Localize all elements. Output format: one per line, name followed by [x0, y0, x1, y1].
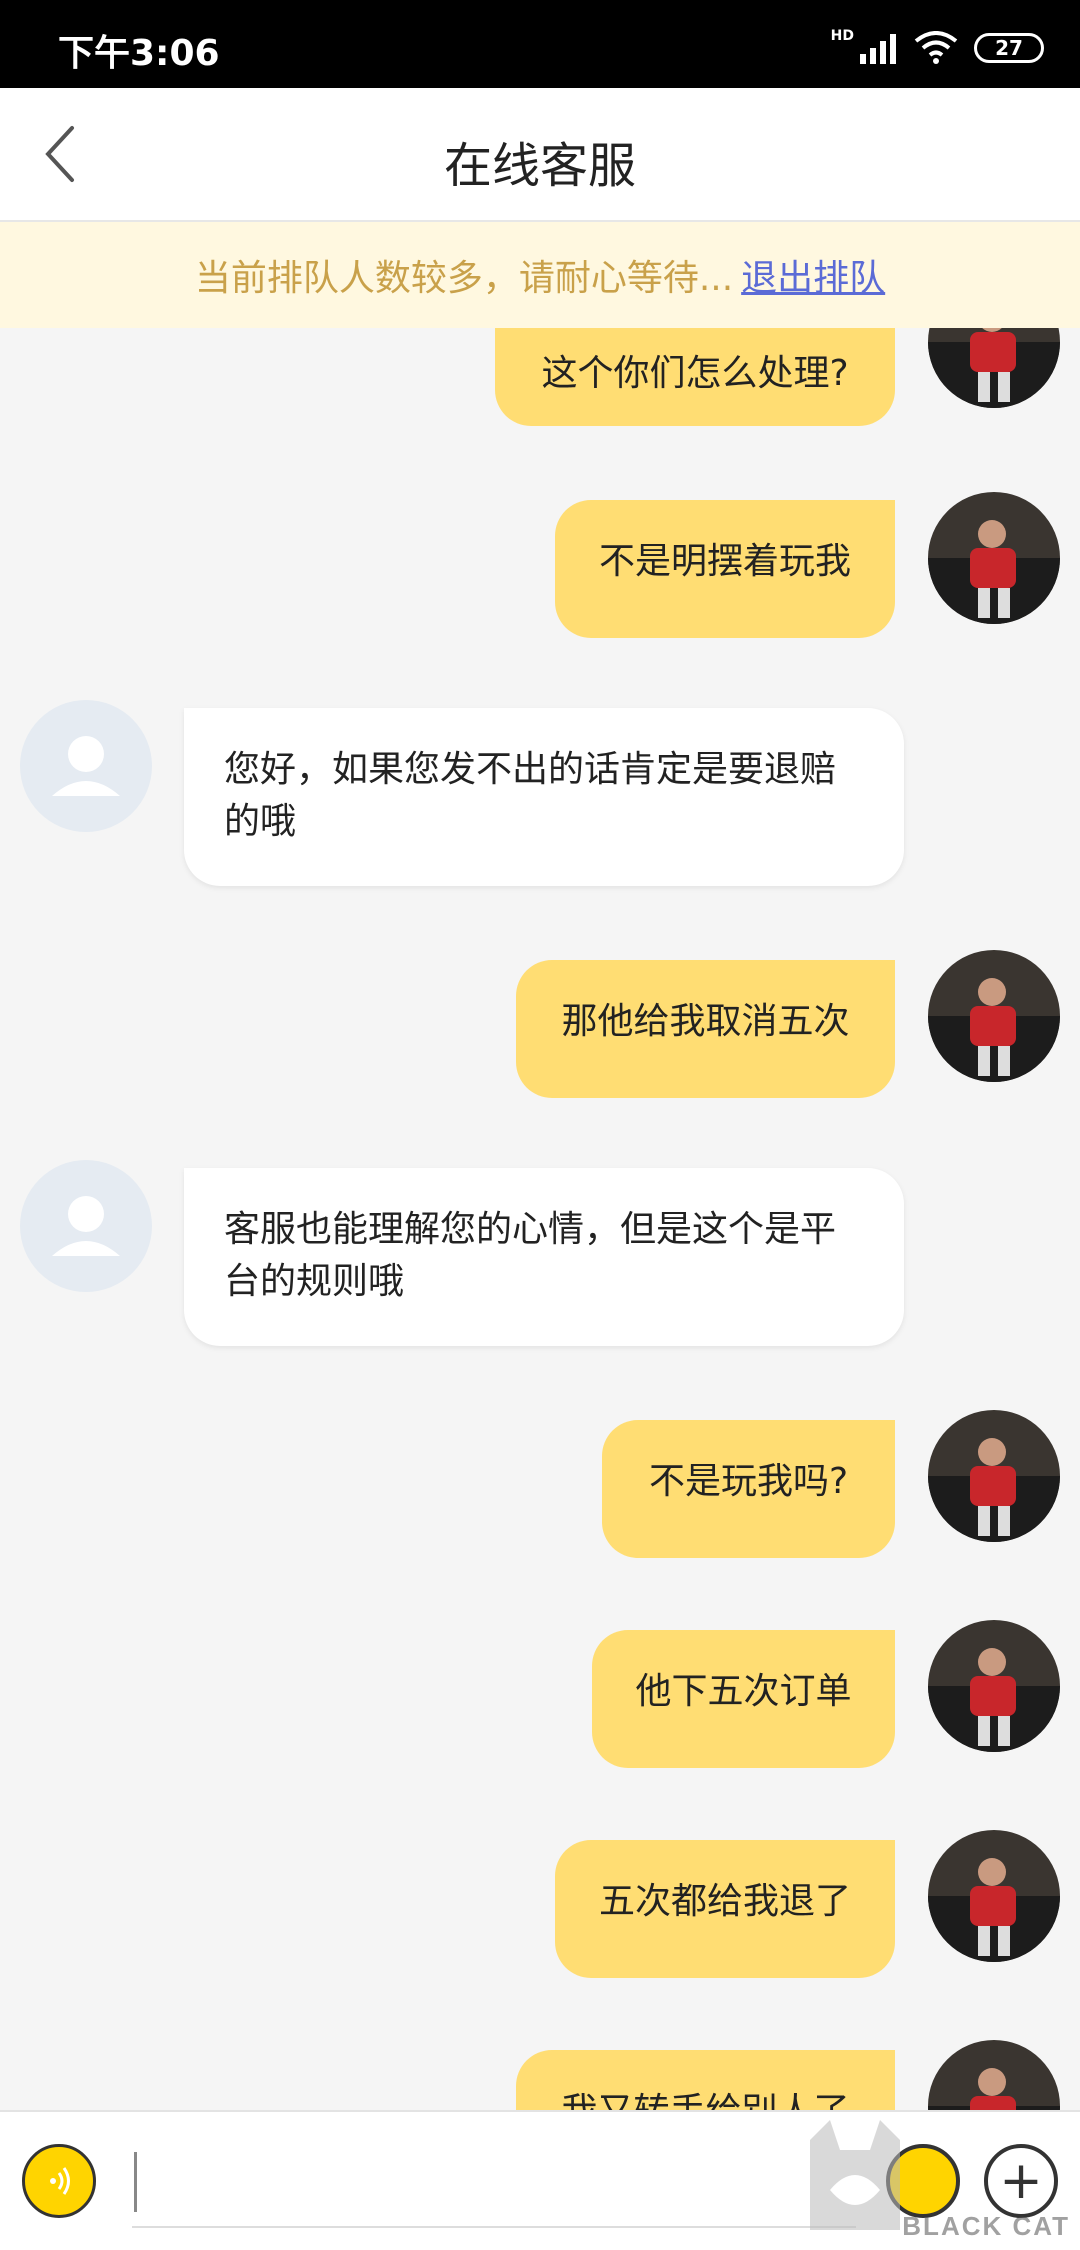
chat-list[interactable]: 这个你们怎么处理? 不是明摆着玩我 您好，如果您发不出的话肯定是要退赔的哦 那他…	[0, 328, 1080, 2110]
user-message-bubble: 他下五次订单	[592, 1630, 895, 1768]
text-cursor	[134, 2152, 137, 2212]
hd-indicator: HD	[830, 28, 854, 44]
user-avatar[interactable]	[928, 1410, 1060, 1542]
user-avatar[interactable]	[928, 950, 1060, 1082]
battery-level: 27	[995, 36, 1023, 60]
user-avatar[interactable]	[928, 492, 1060, 624]
agent-message-bubble: 客服也能理解您的心情，但是这个是平台的规则哦	[184, 1168, 904, 1346]
agent-message-bubble: 您好，如果您发不出的话肯定是要退赔的哦	[184, 708, 904, 886]
status-bar: 下午3:06 HD 27	[0, 0, 1080, 88]
user-message-bubble: 那他给我取消五次	[516, 960, 895, 1098]
user-avatar[interactable]	[928, 1620, 1060, 1752]
user-avatar[interactable]	[928, 328, 1060, 408]
input-bar: +	[0, 2110, 1080, 2250]
agent-avatar[interactable]	[20, 1160, 152, 1292]
message-input[interactable]	[132, 2134, 856, 2228]
battery-icon: 27	[974, 33, 1044, 63]
agent-avatar[interactable]	[20, 700, 152, 832]
voice-input-button[interactable]	[22, 2144, 96, 2218]
user-message-bubble: 这个你们怎么处理?	[495, 328, 895, 426]
queue-notice: 当前排队人数较多，请耐心等待... 退出排队	[0, 222, 1080, 328]
exit-queue-link[interactable]: 退出排队	[741, 249, 885, 301]
plus-icon: +	[999, 2151, 1043, 2211]
user-message-bubble: 不是玩我吗?	[602, 1420, 895, 1558]
emoji-button[interactable]	[886, 2144, 960, 2218]
page-title: 在线客服	[443, 138, 636, 194]
signal-icon	[860, 34, 896, 64]
queue-notice-text: 当前排队人数较多，请耐心等待...	[194, 258, 734, 299]
status-time: 下午3:06	[58, 33, 220, 74]
status-icons: HD 27	[831, 28, 1044, 68]
wifi-icon	[914, 31, 958, 64]
voice-icon	[50, 2167, 70, 2195]
header: 在线客服	[0, 88, 1080, 222]
user-message-bubble: 五次都给我退了	[555, 1840, 895, 1978]
user-message-bubble: 不是明摆着玩我	[555, 500, 895, 638]
user-avatar[interactable]	[928, 2040, 1060, 2110]
more-options-button[interactable]: +	[984, 2144, 1058, 2218]
user-message-bubble: 我又转手给别人了	[516, 2050, 895, 2110]
user-avatar[interactable]	[928, 1830, 1060, 1962]
